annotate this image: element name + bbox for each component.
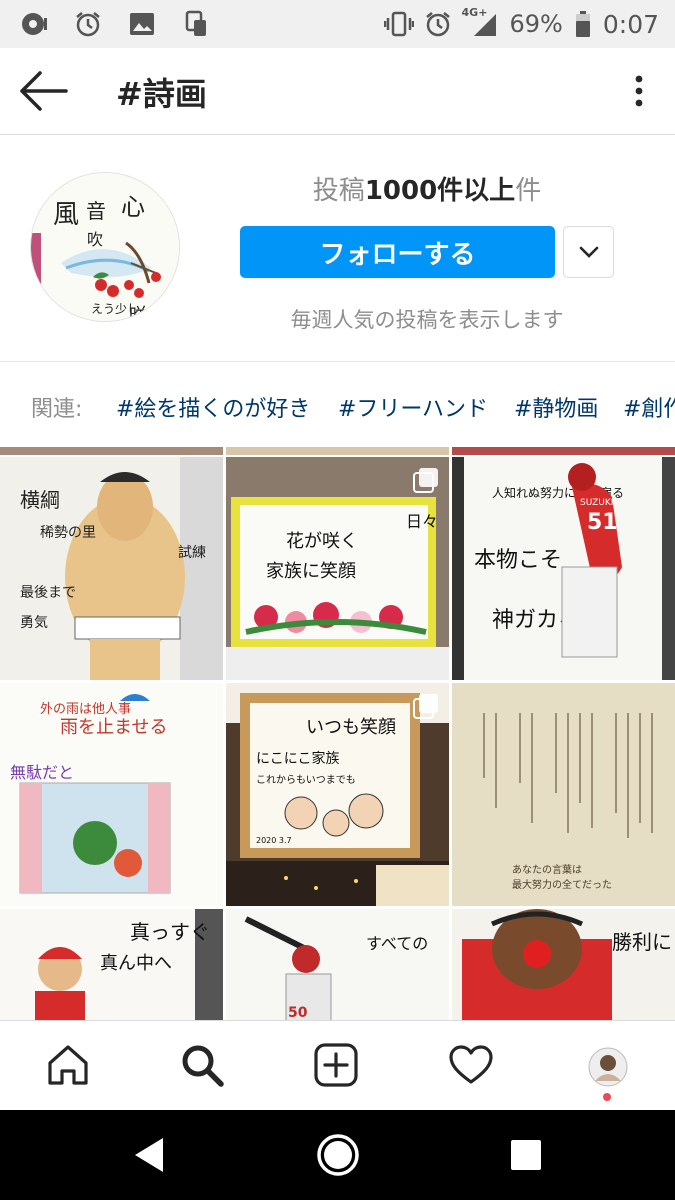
tile-text: 2020 3.7 — [256, 836, 292, 845]
chevron-down-icon — [579, 246, 598, 258]
profile-avatar — [588, 1047, 628, 1087]
post-count-prefix: 投稿 — [312, 176, 365, 206]
bottom-navigation — [0, 1020, 675, 1110]
back-triangle-icon — [135, 1138, 163, 1172]
signal-icon: 4G+ — [462, 6, 498, 38]
related-tag-still-life[interactable]: #静物画 — [514, 391, 598, 423]
weekly-top-posts-text: 毎週人気の投稿を表示します — [290, 308, 564, 332]
back-button[interactable] — [18, 68, 70, 114]
image-icon — [128, 10, 156, 38]
post-count: 投稿1000件以上件 — [240, 170, 614, 207]
hashtag-avatar: 風 音 心 吹 えう少し 咲 — [30, 172, 180, 322]
system-navigation-bar — [0, 1110, 675, 1200]
add-post-icon — [314, 1043, 358, 1087]
tile-text: 勇気 — [20, 615, 48, 631]
post-grid: 横綱 稀勢の里 試練 最後まで 勇気 日々 花が咲く 家族に笑顔 人知れぬ努力に… — [0, 447, 675, 1020]
tile-text: にこにこ家族 — [256, 750, 339, 767]
post-tile-baseball-51[interactable]: 人知れぬ努力に神が宿る 本物こそ 神ガカる 51 SUZUKI — [452, 457, 675, 680]
post-tile-batter[interactable]: 50 すべての — [226, 909, 449, 1020]
alarm-icon — [74, 10, 102, 38]
post-count-suffix: 件 — [515, 176, 542, 206]
tile-text: SUZUKI — [580, 498, 613, 508]
svg-text:咲: 咲 — [129, 305, 147, 322]
post-tile-rain[interactable]: 雨を止ませる 無駄だと 外の雨は他人事 — [0, 683, 223, 906]
nav-activity-button[interactable] — [447, 1041, 495, 1089]
nav-profile-button[interactable] — [588, 1047, 628, 1087]
tile-text: 最後まで — [20, 585, 76, 601]
sim-icon — [182, 10, 210, 38]
related-hashtags: 関連: #絵を描くのが好き #フリーハンド #静物画 #創作 — [0, 363, 675, 447]
alarm-icon-right — [424, 10, 452, 38]
multiple-images-icon — [413, 693, 439, 719]
partial-post-strip — [0, 447, 223, 455]
related-tag-creation[interactable]: #創作 — [623, 391, 675, 423]
tile-text: 雨を止ませる — [60, 717, 167, 738]
post-tile-carp-2[interactable]: 勝利に — [452, 909, 675, 1020]
partial-post-strip — [226, 447, 449, 455]
svg-text:心: 心 — [121, 193, 145, 221]
system-back-button[interactable] — [127, 1132, 173, 1178]
follow-button[interactable]: フォローする — [240, 226, 555, 278]
tile-text: 最大努力の全てだった — [512, 878, 612, 891]
related-label: 関連: — [31, 397, 83, 422]
follow-dropdown-button[interactable] — [563, 226, 614, 278]
post-tile-sumo[interactable]: 横綱 稀勢の里 試練 最後まで 勇気 — [0, 457, 223, 680]
tile-text: 家族に笑顔 — [266, 561, 356, 582]
tile-text: 横綱 — [20, 488, 60, 512]
tile-text: いつも笑顔 — [306, 717, 396, 738]
tile-text: 50 — [288, 1005, 308, 1020]
status-bar: 4G+ 69% 0:07 — [0, 0, 675, 48]
tile-text: 真っすぐ — [130, 920, 210, 944]
tile-text: 無駄だと — [10, 763, 74, 782]
profile-notification-dot — [603, 1093, 611, 1101]
battery-percent: 69% — [509, 10, 563, 38]
system-home-button[interactable] — [315, 1132, 361, 1178]
multiple-images-icon — [413, 467, 439, 493]
page-title: #詩画 — [116, 75, 207, 113]
tile-text: 本物こそ — [474, 548, 562, 573]
post-tile-carp-1[interactable]: 真っすぐ 真ん中へ — [0, 909, 223, 1020]
related-tag-freehand[interactable]: #フリーハンド — [338, 391, 488, 423]
recents-square-icon — [511, 1140, 541, 1170]
tile-text: これからもいつまでも — [256, 774, 356, 786]
tile-text: 外の雨は他人事 — [40, 702, 131, 717]
tile-text: あなたの言葉は — [512, 863, 582, 876]
tile-text: 日々 — [406, 512, 438, 531]
tile-text: 稀勢の里 — [40, 525, 96, 541]
battery-icon — [575, 10, 591, 38]
clock: 0:07 — [602, 9, 659, 39]
nav-home-button[interactable] — [44, 1041, 92, 1089]
hashtag-header: 風 音 心 吹 えう少し 咲 投稿1000件以上件 フォローする 毎週人気の投稿… — [0, 136, 675, 362]
related-tag-drawing[interactable]: #絵を描くのが好き — [116, 391, 310, 423]
post-count-value: 1000件以上 — [364, 176, 516, 206]
svg-text:音: 音 — [86, 199, 106, 223]
search-icon — [182, 1045, 224, 1087]
nav-new-post-button[interactable] — [312, 1041, 360, 1089]
tile-text: 試練 — [178, 545, 206, 561]
arrow-left-icon — [20, 71, 68, 111]
activity-heart-icon — [449, 1045, 493, 1084]
tile-text: 勝利に — [612, 930, 672, 954]
app-bar: #詩画 — [0, 48, 675, 135]
post-tile-family[interactable]: いつも笑顔 にこにこ家族 これからもいつまでも 2020 3.7 — [226, 683, 449, 906]
partial-post-strip — [452, 447, 675, 455]
tile-text: 花が咲く — [286, 531, 358, 552]
svg-text:吹: 吹 — [87, 230, 103, 249]
tile-text: 51 — [587, 510, 618, 535]
nav-search-button[interactable] — [178, 1041, 226, 1089]
post-tile-poem-text[interactable]: あなたの言葉は 最大努力の全てだった — [452, 683, 675, 906]
notification-icon — [20, 10, 48, 38]
tile-text: すべての — [366, 934, 428, 953]
more-vertical-icon — [635, 75, 643, 107]
tile-text: 真ん中へ — [100, 953, 172, 974]
vibrate-icon — [383, 10, 414, 38]
home-circle-icon — [317, 1134, 359, 1176]
svg-text:風: 風 — [53, 200, 79, 230]
home-icon — [48, 1045, 88, 1085]
more-options-button[interactable] — [633, 74, 645, 110]
system-recents-button[interactable] — [503, 1132, 549, 1178]
post-tile-flowers[interactable]: 日々 花が咲く 家族に笑顔 — [226, 457, 449, 680]
